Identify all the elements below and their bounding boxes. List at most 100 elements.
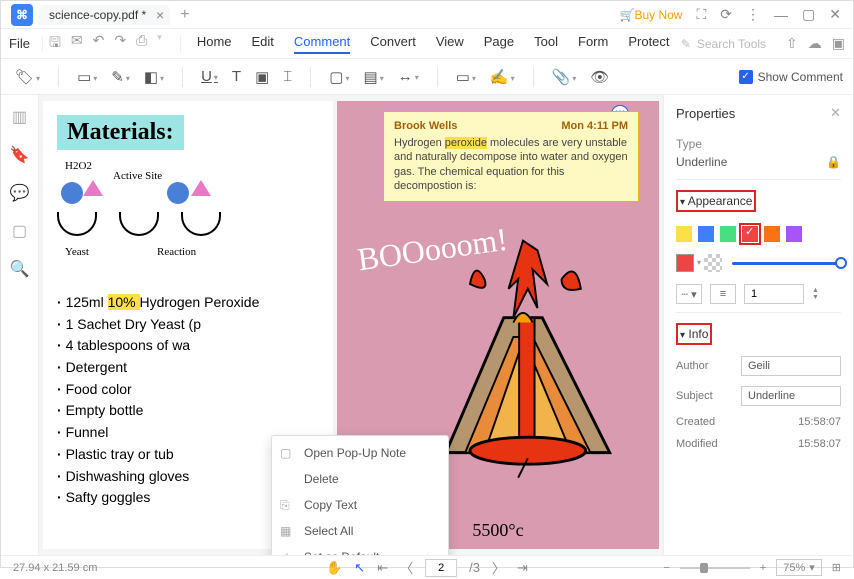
materials-heading: Materials: — [57, 115, 184, 150]
list-item: 1 Sachet Dry Yeast (p — [57, 314, 319, 336]
redo-icon[interactable]: ↷ — [114, 32, 126, 56]
color-swatch[interactable] — [676, 226, 692, 242]
subject-input[interactable] — [741, 386, 841, 406]
thickness-spinners[interactable]: ▲▼ — [812, 287, 819, 301]
show-comment-checkbox[interactable]: ✓ — [739, 70, 753, 84]
label-yeast: Yeast — [65, 246, 89, 258]
created-label: Created — [676, 416, 715, 428]
sticky-note[interactable]: Brook Wells Mon 4:11 PM Hydrogen peroxid… — [383, 111, 639, 202]
attach-tool[interactable]: 📎 — [548, 66, 581, 88]
color-swatch[interactable] — [764, 226, 780, 242]
color-swatches — [664, 218, 853, 250]
color-swatch[interactable] — [742, 226, 758, 242]
color-swatch[interactable] — [786, 226, 802, 242]
transparency-icon[interactable] — [704, 254, 722, 272]
text-tool[interactable]: T — [228, 66, 245, 87]
side-nav: ▥ 🔖 💬 ▢ 🔍 — [1, 95, 39, 555]
opacity-preview[interactable] — [676, 254, 694, 272]
undo-icon[interactable]: ↶ — [93, 32, 105, 56]
menu-page[interactable]: Page — [484, 34, 514, 54]
type-value: Underline — [676, 155, 727, 169]
menu-convert[interactable]: Convert — [370, 34, 416, 54]
menu-view[interactable]: View — [436, 34, 464, 54]
highlight-tool[interactable]: ▭ — [73, 66, 101, 88]
sticky-author: Brook Wells — [394, 120, 457, 132]
sticky-time: Mon 4:11 PM — [561, 120, 628, 132]
stamp-tool[interactable]: ▭ — [452, 66, 480, 88]
author-input[interactable] — [741, 356, 841, 376]
buy-now-link[interactable]: 🛒 Buy Now — [620, 8, 683, 22]
ctx-open-popup[interactable]: ▢Open Pop-Up Note — [272, 440, 448, 466]
menu-tool[interactable]: Tool — [534, 34, 558, 54]
hide-tool[interactable]: 👁 — [586, 66, 613, 88]
context-menu: ▢Open Pop-Up Note Delete ⎘Copy Text ▦Sel… — [271, 435, 449, 555]
menu-protect[interactable]: Protect — [628, 34, 669, 54]
ctx-set-default[interactable]: ✓Set as Default — [272, 544, 448, 555]
color-swatch[interactable] — [720, 226, 736, 242]
notify-icon[interactable]: ⟳ — [720, 6, 732, 23]
search-tools-input[interactable]: ✎ Search Tools — [681, 37, 766, 51]
callout-tool[interactable]: ⌶ — [279, 66, 296, 87]
mail-icon[interactable]: ✉ — [71, 32, 83, 56]
close-panel-icon[interactable]: ✕ — [830, 105, 841, 121]
panel-title: Properties — [676, 106, 735, 121]
signature-tool[interactable]: ✍ — [486, 66, 519, 88]
note-tool[interactable]: 🏷 — [11, 66, 44, 88]
line-style-select[interactable]: ┄ ▾ — [676, 284, 702, 304]
gift-icon[interactable]: ⛶ — [696, 6, 706, 23]
expand-icon[interactable]: ▣ — [832, 35, 845, 52]
close-tab-icon[interactable]: × — [156, 7, 164, 23]
search-icon[interactable]: 🔍 — [10, 259, 30, 279]
appearance-section[interactable]: ▾ Appearance — [676, 190, 756, 212]
close-window-button[interactable]: ✕ — [829, 6, 841, 23]
menu-bar: File 🖫 ✉ ↶ ↷ ⎙ ▾ Home Edit Comment Conve… — [1, 29, 853, 59]
subject-label: Subject — [676, 390, 713, 402]
thickness-input[interactable] — [744, 284, 804, 304]
sticky-body: Hydrogen peroxide molecules are very uns… — [394, 136, 628, 193]
menu-comment[interactable]: Comment — [294, 34, 350, 54]
line-weight-select[interactable]: ≡ — [710, 284, 736, 304]
new-tab-button[interactable]: + — [180, 6, 189, 24]
share-icon[interactable]: ⇧ — [786, 35, 798, 52]
document-canvas[interactable]: Materials: H2O2 Active Site Yeast Reacti… — [39, 95, 663, 555]
pencil-tool[interactable]: ✎ — [107, 66, 134, 88]
minimize-button[interactable]: — — [774, 7, 788, 23]
menu-edit[interactable]: Edit — [252, 34, 274, 54]
document-tab[interactable]: science-copy.pdf * × — [39, 5, 170, 25]
opacity-slider[interactable] — [732, 262, 841, 265]
measure-tool[interactable]: ↔ — [394, 66, 423, 87]
thumbnails-icon[interactable]: ▥ — [12, 107, 27, 127]
more-icon[interactable]: ⋮ — [746, 6, 760, 23]
cloud-icon[interactable]: ☁ — [808, 35, 822, 52]
list-item: Food color — [57, 379, 319, 401]
attachments-icon[interactable]: ▢ — [12, 221, 27, 241]
textbox-tool[interactable]: ▣ — [251, 66, 273, 88]
shape-note-tool[interactable]: ▤ — [360, 66, 388, 88]
label-h2o2: H2O2 — [65, 160, 92, 172]
modified-value: 15:58:07 — [798, 438, 841, 450]
menu-form[interactable]: Form — [578, 34, 608, 54]
ctx-delete[interactable]: Delete — [272, 466, 448, 492]
underline-tool[interactable]: U — [197, 66, 222, 87]
color-swatch[interactable] — [698, 226, 714, 242]
ctx-copy-text[interactable]: ⎘Copy Text — [272, 492, 448, 518]
main-menu: Home Edit Comment Convert View Page Tool… — [197, 34, 670, 54]
comments-icon[interactable]: 💬 — [10, 183, 30, 203]
status-bar: 27.94 x 21.59 cm ✋ ↖ ⇤ 〈 /3 〉 ⇥ − + 75% … — [1, 555, 853, 579]
file-menu[interactable]: File — [9, 36, 30, 51]
print-icon[interactable]: ⎙ — [136, 32, 147, 56]
menu-home[interactable]: Home — [197, 34, 232, 54]
maximize-button[interactable]: ▢ — [802, 6, 815, 23]
bookmarks-icon[interactable]: 🔖 — [10, 145, 30, 165]
tab-title: science-copy.pdf * — [49, 8, 146, 22]
ctx-select-all[interactable]: ▦Select All — [272, 518, 448, 544]
temperature-label: 5500°c — [472, 520, 523, 541]
lock-icon[interactable]: 🔒 — [826, 155, 841, 169]
eraser-tool[interactable]: ◧ — [140, 66, 168, 88]
properties-panel: Properties ✕ Type Underline 🔒 ▾ Appearan… — [663, 95, 853, 555]
info-section[interactable]: ▾ Info — [676, 323, 712, 345]
shape-rect-tool[interactable]: ▢ — [325, 66, 353, 88]
titlebar: ⌘ science-copy.pdf * × + 🛒 Buy Now ⛶ ⟳ ⋮… — [1, 1, 853, 29]
comment-toolbar: 🏷 ▭ ✎ ◧ U T ▣ ⌶ ▢ ▤ ↔ ▭ ✍ 📎 👁 ✓ Show Com… — [1, 59, 853, 95]
save-icon[interactable]: 🖫 — [49, 32, 61, 56]
